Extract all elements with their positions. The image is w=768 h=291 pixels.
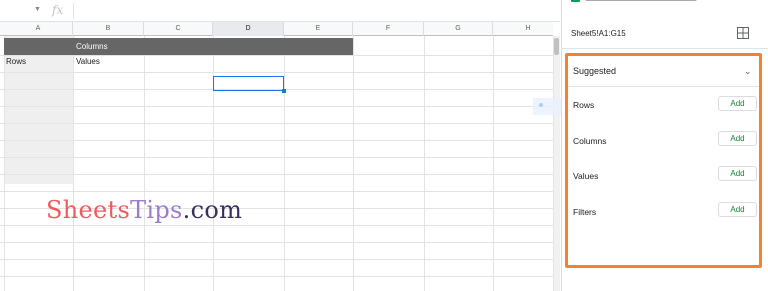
row-gridline (0, 140, 553, 141)
pivot-columns-header[interactable]: Columns (76, 38, 108, 55)
pivot-table-icon (571, 0, 580, 2)
row-gridline (0, 225, 553, 226)
column-header-row: A B C D E F G H (0, 22, 553, 36)
column-header-a[interactable]: A (4, 22, 73, 36)
formula-bar-divider (73, 3, 74, 19)
row-gridline (0, 55, 553, 56)
column-gridline (493, 36, 494, 291)
column-header-c[interactable]: C (144, 22, 213, 36)
row-gridline (0, 106, 553, 107)
column-header-g[interactable]: G (424, 22, 493, 36)
add-values-button[interactable]: Add (718, 166, 757, 181)
row-gridline (0, 174, 553, 175)
watermark-part-sheets: Sheets (46, 196, 131, 224)
watermark-part-com: .com (182, 196, 243, 224)
column-header-h[interactable]: H (493, 22, 553, 36)
fx-icon: fx (52, 3, 64, 17)
suggested-dropdown[interactable]: Suggested (573, 66, 616, 76)
add-filters-button[interactable]: Add (718, 202, 757, 217)
row-gridline (0, 123, 553, 124)
chevron-down-icon[interactable]: ⌄ (744, 66, 752, 77)
row-gridline (0, 72, 553, 73)
column-gridline (213, 36, 214, 291)
watermark-logo: SheetsTips.com (46, 196, 242, 224)
select-range-icon[interactable] (737, 27, 749, 39)
row-gridline (0, 157, 553, 158)
data-range-label[interactable]: Sheet5!A1:G15 (571, 29, 626, 38)
row-gridline (0, 276, 553, 277)
column-gridline (424, 36, 425, 291)
column-gridline (144, 36, 145, 291)
column-header-d[interactable]: D (213, 22, 284, 36)
columns-section-label: Columns (573, 136, 607, 146)
column-gridline (284, 36, 285, 291)
name-box-dropdown-icon[interactable]: ▼ (34, 6, 41, 13)
column-gridline (353, 36, 354, 291)
column-header-f[interactable]: F (353, 22, 424, 36)
row-gridline (0, 191, 553, 192)
rows-section-label: Rows (573, 100, 595, 110)
watermark-part-tips: Tips (130, 196, 183, 224)
drag-ghost-handle-icon (539, 103, 543, 107)
panel-divider (561, 48, 768, 49)
pivot-rows-label[interactable]: Rows (6, 57, 26, 66)
row-gridline (0, 259, 553, 260)
panel-title (571, 0, 711, 5)
vertical-scrollbar[interactable] (553, 36, 560, 291)
pivot-header-band (4, 38, 353, 55)
column-gridline (73, 36, 74, 291)
suggested-divider (568, 86, 759, 87)
filters-section-label: Filters (573, 207, 597, 217)
spreadsheet-grid[interactable]: A B C D E F G H Columns Rows Values (0, 22, 553, 291)
add-rows-button[interactable]: Add (718, 96, 757, 111)
formula-bar: ▼ fx (0, 0, 560, 22)
column-header-e[interactable]: E (284, 22, 353, 36)
fill-handle[interactable] (282, 89, 286, 93)
add-columns-button[interactable]: Add (718, 131, 757, 146)
panel-title-text (585, 0, 697, 1)
column-gridline (4, 36, 5, 291)
cell-area[interactable]: Columns Rows Values (0, 36, 553, 291)
values-section-label: Values (573, 171, 599, 181)
column-header-b[interactable]: B (73, 22, 144, 36)
pivot-values-label[interactable]: Values (76, 57, 100, 66)
scrollbar-thumb[interactable] (554, 38, 559, 55)
selected-cell[interactable] (213, 76, 284, 91)
row-gridline (0, 242, 553, 243)
